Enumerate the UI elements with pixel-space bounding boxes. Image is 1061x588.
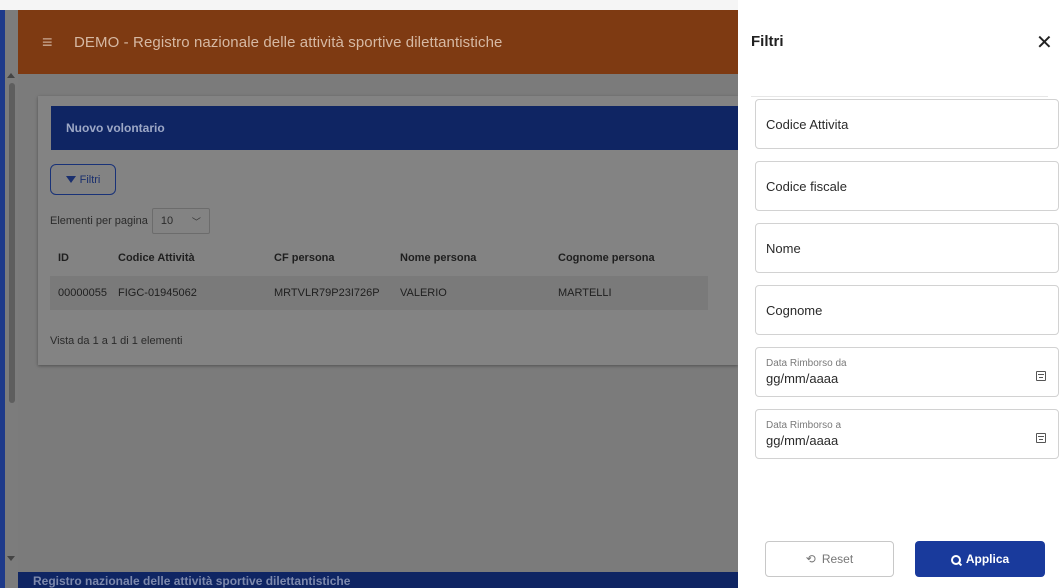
card-header-title: Nuovo volontario — [66, 121, 165, 135]
data-rimborso-a-value: gg/mm/aaaa — [766, 433, 839, 448]
results-table: ID Codice Attività CF persona Nome perso… — [50, 240, 708, 310]
reset-button[interactable]: ⟲ Reset — [765, 541, 894, 577]
filters-button-label: Filtri — [79, 173, 101, 186]
app-title: DEMO - Registro nazionale delle attività… — [74, 33, 503, 51]
cell-codice-attivita: FIGC-01945062 — [118, 287, 197, 299]
cognome-field[interactable]: Cognome — [755, 285, 1059, 335]
column-header-cognome-persona[interactable]: Cognome persona — [550, 240, 708, 276]
cell-cognome-persona: MARTELLI — [558, 287, 612, 299]
apply-button-label: Applica — [965, 552, 1010, 566]
table-header-row: ID Codice Attività CF persona Nome perso… — [50, 240, 708, 276]
codice-fiscale-placeholder: Codice fiscale — [766, 179, 847, 194]
funnel-icon — [65, 176, 76, 183]
calendar-icon[interactable] — [1036, 371, 1046, 381]
apply-button[interactable]: Applica — [915, 541, 1045, 577]
items-per-page-value: 10 — [160, 215, 174, 227]
data-rimborso-da-value: gg/mm/aaaa — [766, 371, 839, 386]
data-rimborso-a-label: Data Rimborso a — [766, 420, 842, 431]
column-header-id[interactable]: ID — [50, 240, 110, 276]
column-header-nome-persona[interactable]: Nome persona — [392, 240, 550, 276]
items-per-page-select[interactable]: 10 ﹀ — [151, 208, 210, 234]
chevron-down-icon: ﹀ — [191, 216, 201, 227]
app-background: ≡ DEMO - Registro nazionale delle attivi… — [0, 10, 738, 588]
codice-attivita-placeholder: Codice Attivita — [766, 117, 849, 132]
column-header-cf-persona[interactable]: CF persona — [266, 240, 392, 276]
filters-panel-header: Filtri ✕ — [738, 0, 1061, 96]
cell-nome-persona: VALERIO — [400, 287, 447, 299]
filters-panel-title: Filtri — [751, 33, 784, 50]
app-header: ≡ DEMO - Registro nazionale delle attivi… — [18, 10, 738, 74]
app-footer: Registro nazionale delle attività sporti… — [18, 572, 738, 588]
results-card: Nuovo volontario Filtri Elementi per pag… — [38, 96, 738, 365]
pagination-summary: Vista da 1 a 1 di 1 elementi — [50, 335, 183, 347]
footer-text: Registro nazionale delle attività sporti… — [33, 574, 351, 588]
cognome-placeholder: Cognome — [766, 303, 823, 318]
column-header-codice-attivita[interactable]: Codice Attività — [110, 240, 266, 276]
hamburger-menu-icon[interactable]: ≡ — [42, 32, 62, 53]
cell-id: 00000055 — [58, 287, 107, 299]
scrollbar-thumb[interactable] — [9, 83, 15, 403]
reset-icon: ⟲ — [805, 552, 816, 566]
items-per-page: Elementi per pagina 10 ﹀ — [50, 208, 210, 234]
scroll-down-arrow-icon[interactable] — [7, 556, 15, 561]
search-icon — [950, 554, 961, 565]
data-rimborso-a-field[interactable]: Data Rimborso a gg/mm/aaaa — [755, 409, 1059, 459]
filters-panel: Filtri ✕ Codice Attivita Codice fiscale … — [738, 0, 1061, 588]
close-icon[interactable]: ✕ — [1036, 33, 1053, 53]
cell-cf-persona: MRTVLR79P23I726P — [274, 287, 380, 299]
nome-placeholder: Nome — [766, 241, 801, 256]
scroll-up-arrow-icon[interactable] — [7, 73, 15, 78]
card-header: Nuovo volontario — [51, 106, 738, 150]
vertical-scrollbar[interactable] — [5, 10, 18, 588]
calendar-icon[interactable] — [1036, 433, 1046, 443]
data-rimborso-da-field[interactable]: Data Rimborso da gg/mm/aaaa — [755, 347, 1059, 397]
codice-attivita-field[interactable]: Codice Attivita — [755, 99, 1059, 149]
filters-button[interactable]: Filtri — [50, 164, 116, 195]
data-rimborso-da-label: Data Rimborso da — [766, 358, 847, 369]
nome-field[interactable]: Nome — [755, 223, 1059, 273]
codice-fiscale-field[interactable]: Codice fiscale — [755, 161, 1059, 211]
table-row[interactable]: 00000055 FIGC-01945062 MRTVLR79P23I726P … — [50, 276, 708, 310]
reset-button-label: Reset — [821, 552, 854, 566]
items-per-page-label: Elementi per pagina — [50, 215, 148, 227]
panel-divider — [751, 96, 1048, 97]
